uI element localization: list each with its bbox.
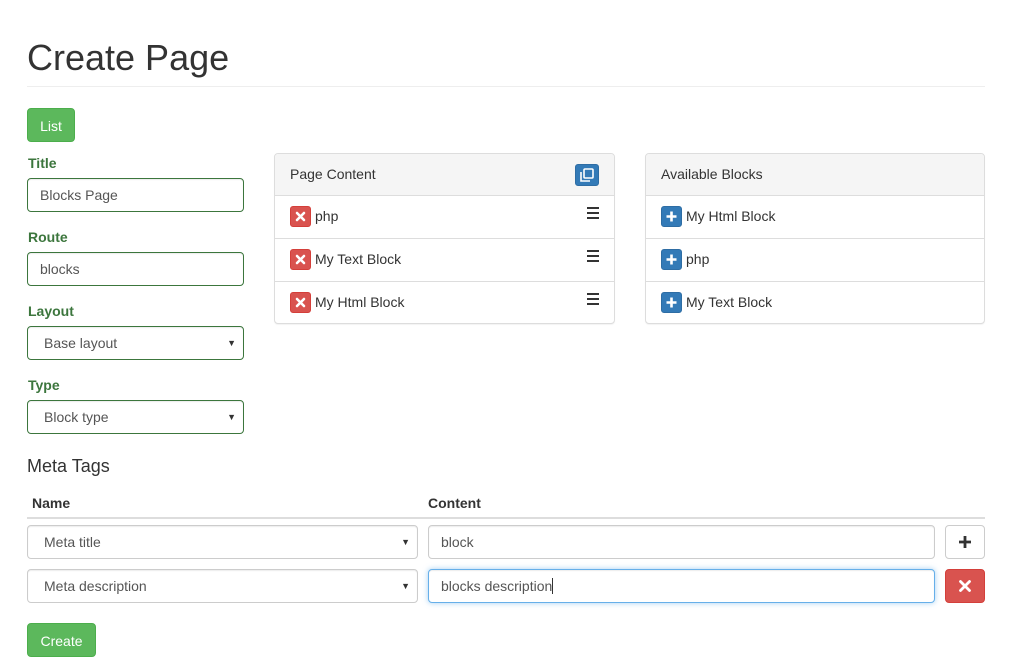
page-content-item[interactable]: My Text Block	[275, 238, 614, 282]
available-block-item[interactable]: php	[646, 238, 984, 282]
text-cursor	[552, 578, 554, 594]
list-button[interactable]: List	[27, 108, 75, 142]
meta-name-value: Meta title	[44, 534, 101, 550]
plus-icon	[666, 254, 677, 265]
title-divider	[27, 86, 985, 87]
title-input[interactable]: Blocks Page	[27, 178, 244, 212]
caret-down-icon: ▼	[401, 581, 410, 591]
add-block-button[interactable]	[661, 206, 682, 227]
plus-icon	[959, 536, 971, 548]
route-label: Route	[28, 229, 68, 245]
caret-down-icon: ▼	[401, 537, 410, 547]
copy-button[interactable]	[575, 164, 599, 186]
remove-block-button[interactable]	[290, 249, 311, 270]
panel-title: Page Content	[290, 166, 376, 182]
times-icon	[295, 254, 306, 265]
block-label: php	[315, 208, 339, 224]
plus-icon	[666, 211, 677, 222]
page-content-panel: Page Content php My Text Block My Html B…	[274, 153, 615, 324]
page-content-item[interactable]: php	[275, 195, 614, 239]
hamburger-icon[interactable]	[587, 250, 599, 262]
meta-name-select[interactable]: Meta title ▼	[27, 525, 418, 559]
type-label: Type	[28, 377, 60, 393]
add-block-button[interactable]	[661, 249, 682, 270]
panel-heading: Page Content	[275, 154, 614, 196]
add-meta-button[interactable]	[945, 525, 985, 559]
add-block-button[interactable]	[661, 292, 682, 313]
hamburger-icon[interactable]	[587, 293, 599, 305]
caret-down-icon: ▼	[227, 412, 236, 422]
title-label: Title	[28, 155, 57, 171]
meta-name-value: Meta description	[44, 578, 147, 594]
available-block-item[interactable]: My Html Block	[646, 195, 984, 239]
block-label: My Text Block	[686, 294, 773, 310]
column-header-name: Name	[32, 495, 71, 511]
title-input-value: Blocks Page	[40, 187, 118, 203]
create-button[interactable]: Create	[27, 623, 96, 657]
type-select-value: Block type	[44, 409, 109, 425]
meta-content-input[interactable]: block	[428, 525, 935, 559]
hamburger-icon[interactable]	[587, 207, 599, 219]
panel-title: Available Blocks	[661, 166, 763, 182]
panel-heading: Available Blocks	[646, 154, 984, 196]
block-label: My Html Block	[315, 294, 405, 310]
page-content-item[interactable]: My Html Block	[275, 281, 614, 324]
meta-content-input[interactable]: blocks description	[428, 569, 935, 603]
table-header-divider	[27, 517, 985, 519]
caret-down-icon: ▼	[227, 338, 236, 348]
available-blocks-panel: Available Blocks My Html Block php My Te…	[645, 153, 985, 324]
block-label: My Html Block	[686, 208, 776, 224]
available-block-item[interactable]: My Text Block	[646, 281, 984, 324]
meta-content-value: block	[441, 534, 474, 550]
layout-label: Layout	[28, 303, 74, 319]
block-label: My Text Block	[315, 251, 402, 267]
route-input[interactable]: blocks	[27, 252, 244, 286]
block-label: php	[686, 251, 710, 267]
route-input-value: blocks	[40, 261, 80, 277]
remove-block-button[interactable]	[290, 206, 311, 227]
layout-select-value: Base layout	[44, 335, 118, 351]
meta-content-value: blocks description	[441, 578, 553, 594]
copy-icon	[580, 168, 594, 182]
page-title: Create Page	[27, 37, 230, 78]
remove-block-button[interactable]	[290, 292, 311, 313]
times-icon	[959, 580, 971, 592]
type-select[interactable]: Block type ▼	[27, 400, 244, 434]
plus-icon	[666, 297, 677, 308]
times-icon	[295, 211, 306, 222]
meta-name-select[interactable]: Meta description ▼	[27, 569, 418, 603]
column-header-content: Content	[428, 495, 481, 511]
remove-meta-button[interactable]	[945, 569, 985, 603]
times-icon	[295, 297, 306, 308]
layout-select[interactable]: Base layout ▼	[27, 326, 244, 360]
meta-tags-title: Meta Tags	[27, 456, 110, 476]
